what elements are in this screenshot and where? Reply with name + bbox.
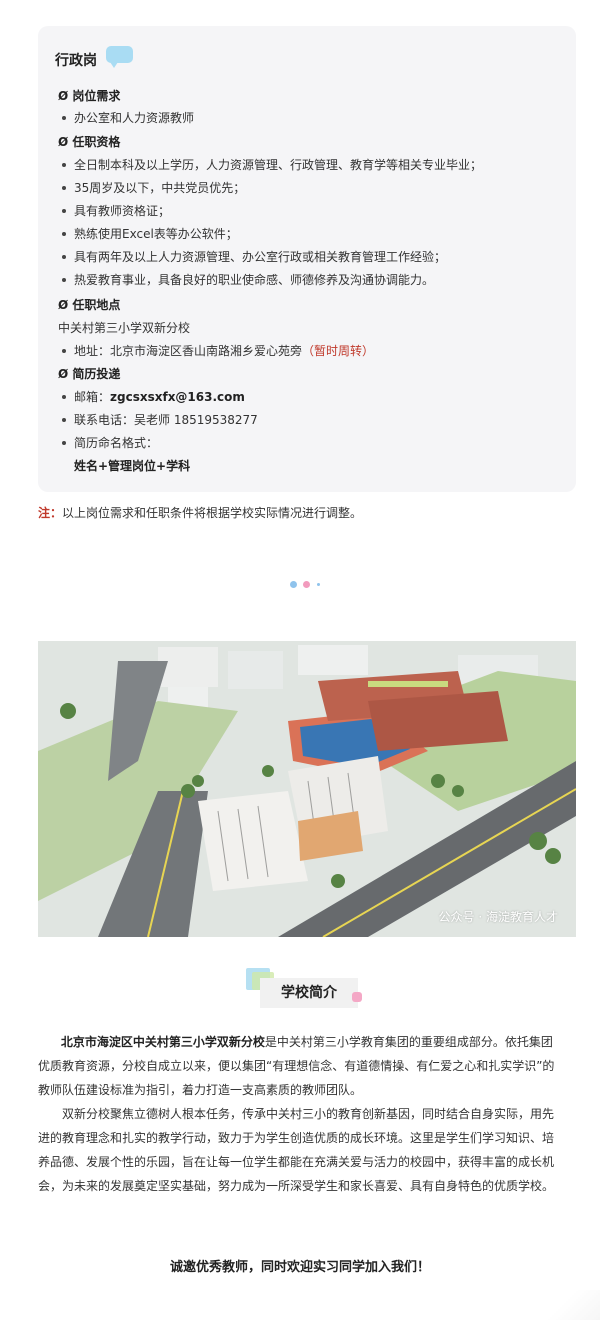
qualification-item: 35周岁及以下，中共党员优先； xyxy=(58,180,245,196)
job-card: 行政岗 Ø 岗位需求 办公室和人力资源教师 Ø 任职资格 全日制本科及以上学历，… xyxy=(38,26,576,492)
corner-fade xyxy=(540,1290,600,1320)
naming-format: 姓名+管理岗位+学科 xyxy=(74,459,191,473)
section-apply-title: Ø 简历投递 xyxy=(58,367,121,381)
email-line: 邮箱：zgcsxsxfx@163.com xyxy=(58,389,245,405)
address-note: （暂时周转） xyxy=(302,344,375,358)
section-heading: 学校简介 xyxy=(246,968,366,1008)
qualification-item: 热爱教育事业，具备良好的职业使命感、师德修养及沟通协调能力。 xyxy=(58,272,434,288)
intro-line: 优质教育资源，分校自成立以来，便以集团“有理想信念、有道德情操、有仁爱之心和扎实… xyxy=(38,1059,555,1073)
email-label: 邮箱： xyxy=(74,390,111,404)
intro-line: 进的教育理念和扎实的教学行动，致力于为学生创造优质的成长环境。这里是学生们学习知… xyxy=(38,1131,555,1145)
email-address[interactable]: zgcsxsxfx@163.com xyxy=(110,390,245,404)
note-text: 以上岗位需求和任职条件将根据学校实际情况进行调整。 xyxy=(62,506,363,520)
dot-pink xyxy=(303,581,310,588)
intro-text: 是中关村第三小学教育集团的重要组成部分。依托集团 xyxy=(264,1035,553,1049)
naming-label: 简历命名格式： xyxy=(58,435,158,451)
qualification-item: 具有教师资格证； xyxy=(58,203,170,219)
job-title: 行政岗 xyxy=(55,53,97,69)
qualification-item: 熟练使用Excel表等办公软件； xyxy=(58,226,238,242)
adjustment-note: 注：以上岗位需求和任职条件将根据学校实际情况进行调整。 xyxy=(38,504,362,521)
divider-dots xyxy=(290,581,330,589)
intro-line: 北京市海淀区中关村第三小学双新分校是中关村第三小学教育集团的重要组成部分。依托集… xyxy=(38,1030,576,1054)
intro-line: 会，为未来的发展奠定坚实基础，努力成为一所深受学生和家长喜爱、具有自身特色的优质… xyxy=(38,1179,555,1193)
campus-illustration xyxy=(38,641,576,937)
school-name: 北京市海淀区中关村第三小学双新分校 xyxy=(60,1035,265,1049)
heading-title: 学校简介 xyxy=(281,985,337,1001)
dot-small xyxy=(317,583,320,586)
intro-line: 双新分校聚焦立德树人根本任务，传承中关村三小的教育创新基因，同时结合自身实际，用… xyxy=(62,1107,555,1121)
qualification-item: 具有两年及以上人力资源管理、办公室行政或相关教育管理工作经验； xyxy=(58,249,446,265)
invitation-text: 诚邀优秀教师，同时欢迎实习同学加入我们！ xyxy=(169,1260,430,1275)
dot-blue xyxy=(290,581,297,588)
section-requirement-title: Ø 岗位需求 xyxy=(58,89,121,103)
section-location-title: Ø 任职地点 xyxy=(58,298,121,312)
campus-rendering-image: 公众号 · 海淀教育人才 xyxy=(38,641,576,937)
location-name: 中关村第三小学双新分校 xyxy=(58,321,191,335)
section-qualification-title: Ø 任职资格 xyxy=(58,135,121,149)
qualification-item: 全日制本科及以上学历，人力资源管理、行政管理、教育学等相关专业毕业； xyxy=(58,157,482,173)
phone-line: 联系电话：吴老师 18519538277 xyxy=(58,412,258,428)
intro-paragraph-1: 北京市海淀区中关村第三小学双新分校是中关村第三小学教育集团的重要组成部分。依托集… xyxy=(38,1030,576,1102)
address-text: 地址：北京市海淀区香山南路湘乡爱心苑旁 xyxy=(74,344,303,358)
intro-line: 教师队伍建设标准为指引，着力打造一支高素质的教师团队。 xyxy=(38,1083,363,1097)
intro-paragraph-2: 双新分校聚焦立德树人根本任务，传承中关村三小的教育创新基因，同时结合自身实际，用… xyxy=(38,1102,576,1198)
note-label: 注： xyxy=(38,506,63,520)
intro-line: 养品德、发展个性的乐园，旨在让每一位学生都能在充满关爱与活力的校园中，获得丰富的… xyxy=(38,1155,555,1169)
watermark-text: 公众号 · 海淀教育人才 xyxy=(438,910,558,924)
speech-bubble-icon xyxy=(106,46,133,68)
requirement-item: 办公室和人力资源教师 xyxy=(58,110,194,126)
location-address: 地址：北京市海淀区香山南路湘乡爱心苑旁（暂时周转） xyxy=(58,343,374,359)
